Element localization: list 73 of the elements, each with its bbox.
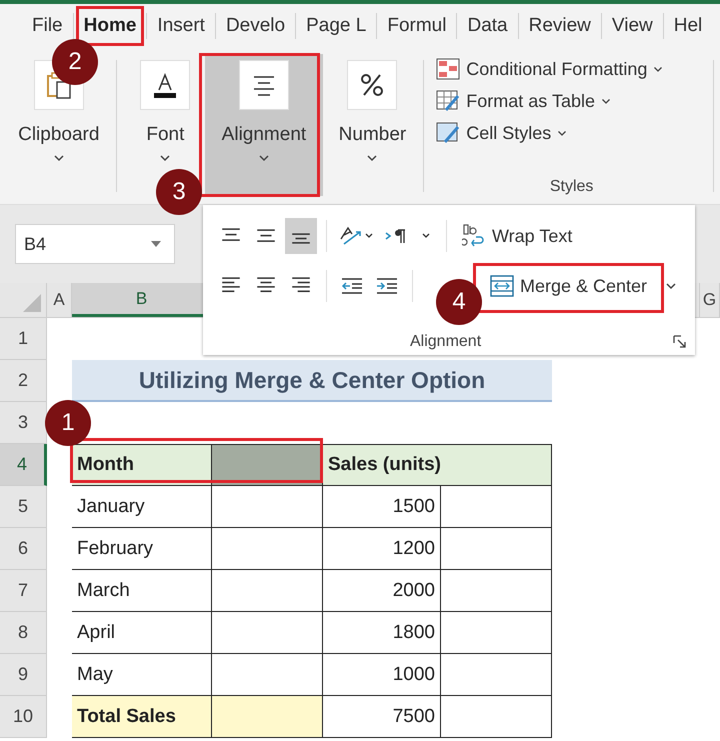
align-right-icon [291,277,311,293]
styles-menu-button[interactable]: Cell Styles [436,122,568,144]
row-header[interactable]: 8 [0,612,47,654]
sheet-title: Utilizing Merge & Center Option [72,360,552,402]
align-bottom-icon [291,232,311,244]
row-header[interactable]: 10 [0,696,47,738]
ribbon-tab[interactable]: Review [518,13,602,39]
row-header[interactable]: 2 [0,360,47,402]
ribbon-tab[interactable]: Hel [664,13,712,39]
row-header[interactable]: 7 [0,570,47,612]
ribbon-group-button[interactable]: Font [128,54,202,162]
caret-icon [258,154,270,162]
ribbon-tab[interactable]: View [602,13,664,39]
caret-icon [653,66,664,72]
ribbon-tab[interactable]: Insert [147,13,216,39]
table-header-cell[interactable]: Sales (units) [323,444,552,486]
table-cell: 7500 [323,696,441,738]
ribbon-tab[interactable]: Formul [377,13,458,39]
align-center-icon [256,277,276,293]
group-label: Alignment [410,333,482,351]
table-cell: March [72,570,212,612]
caret-icon [600,98,611,104]
conditional-formatting-icon [436,58,460,80]
table-cell: 1200 [323,528,441,570]
ribbon-group-button[interactable]: Alignment [205,54,323,196]
align-left-icon [221,277,241,293]
row-header[interactable]: 3 [0,402,47,444]
caret-icon [557,130,568,136]
styles-menu-button[interactable]: Format as Table [436,90,611,112]
name-box[interactable]: B4 [15,224,175,264]
merge-center-button[interactable]: Merge & Center [486,268,652,304]
row-header[interactable]: 6 [0,528,47,570]
row-header[interactable]: 5 [0,486,47,528]
wrap-text-button[interactable]: Wrap Text [456,218,578,254]
table-cell: February [72,528,212,570]
vertical-align-button[interactable] [285,218,317,254]
ribbon-tab[interactable]: Develo [216,13,296,39]
outdent-icon [340,276,364,296]
styles-menu-button[interactable]: Conditional Formatting [436,58,664,80]
row-header[interactable]: 9 [0,654,47,696]
table-cell: 2000 [323,570,441,612]
caret-icon [159,154,172,162]
row-header[interactable]: 1 [0,318,47,360]
dialog-launcher-icon[interactable] [673,335,687,349]
wrap-text-icon [462,223,486,249]
group-label: Styles [550,178,594,196]
merge-cells-icon [490,275,514,297]
step-badge: 1 [45,400,91,446]
selected-cell[interactable] [212,444,323,486]
ribbon-tab[interactable]: Data [457,13,519,39]
caret-icon [52,154,65,162]
select-all-icon [22,293,42,313]
format-table-icon [436,90,460,112]
align-middle-icon [256,229,276,243]
table-cell: 1800 [323,612,441,654]
align-top-icon [221,228,241,242]
table-header-cell[interactable]: Month [72,444,212,486]
ribbon-group-button[interactable]: Number [328,54,418,162]
ribbon-tab[interactable]: Page L [296,13,378,39]
cell-styles-icon [436,122,460,144]
table-cell: 1500 [323,486,441,528]
table-cell: 1000 [323,654,441,696]
ribbon-tab[interactable]: File [22,13,74,39]
table-cell: January [72,486,212,528]
column-header[interactable]: A [47,283,71,317]
dropdown-icon [150,240,162,248]
caret-icon [366,154,378,162]
indent-icon [375,276,399,296]
table-cell: April [72,612,212,654]
column-header[interactable]: G [700,283,719,317]
caret-icon[interactable] [665,282,678,290]
table-cell: Total Sales [72,696,212,738]
row-header[interactable]: 4 [0,444,47,486]
